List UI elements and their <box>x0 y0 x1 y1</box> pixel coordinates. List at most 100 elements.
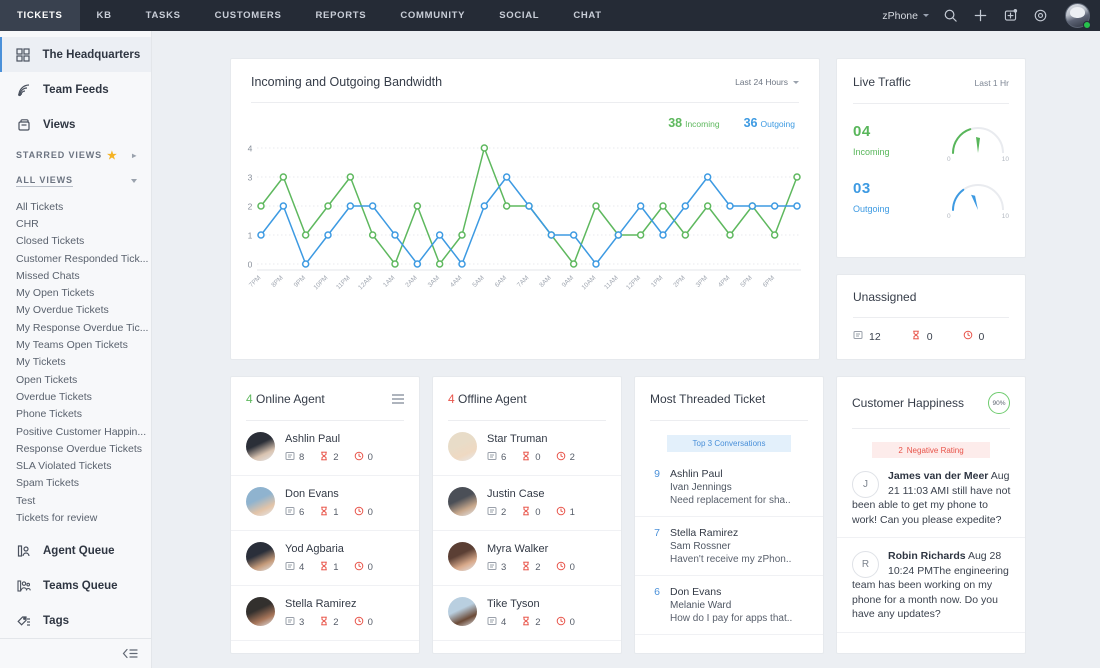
offline-agents-title: Offline Agent <box>458 392 527 406</box>
sidebar-view-item[interactable]: My Teams Open Tickets <box>0 336 151 353</box>
sidebar-view-item[interactable]: CHR <box>0 215 151 232</box>
sidebar-item-tags[interactable]: Tags <box>0 604 151 639</box>
agent-row[interactable]: Myra Walker320 <box>433 531 621 586</box>
svg-text:6PM: 6PM <box>762 274 776 288</box>
agent-stat-clock: 2 <box>556 451 575 464</box>
gauge-incoming: 04Incoming010 <box>837 104 1025 161</box>
clock-icon <box>354 616 364 629</box>
sidebar-view-item[interactable]: My Overdue Tickets <box>0 302 151 319</box>
svg-text:6AM: 6AM <box>494 274 508 288</box>
legend-value: 38 <box>668 116 682 130</box>
agent-info: Star Truman602 <box>487 432 575 464</box>
department-selector[interactable]: zPhone <box>882 10 929 22</box>
avatar[interactable] <box>1065 3 1090 28</box>
svg-text:3: 3 <box>248 173 253 183</box>
agent-row[interactable]: Yod Agbaria410 <box>231 531 419 586</box>
offline-agents-heading: 4 Offline Agent <box>448 392 527 406</box>
agent-stat-clock: 1 <box>556 506 575 519</box>
gauge-label: Outgoing <box>853 204 890 214</box>
gauge-value: 04 <box>853 123 890 140</box>
svg-text:12PM: 12PM <box>625 274 642 291</box>
agent-stats: 320 <box>285 616 373 629</box>
agent-stat-value: 1 <box>333 507 338 518</box>
tab-social[interactable]: SOCIAL <box>482 0 556 31</box>
sidebar-view-item[interactable]: All Tickets <box>0 198 151 215</box>
all-views-section[interactable]: ALL VIEWS <box>0 168 151 194</box>
unassigned-stat: 12 <box>853 330 881 343</box>
tab-community[interactable]: COMMUNITY <box>383 0 482 31</box>
svg-text:8AM: 8AM <box>538 274 552 288</box>
sidebar-view-item[interactable]: Positive Customer Happin... <box>0 423 151 440</box>
agent-stat-value: 3 <box>501 562 506 573</box>
chevron-down-icon <box>793 81 799 84</box>
agent-stat-value: 0 <box>535 452 540 463</box>
collapse-sidebar-button[interactable] <box>0 638 152 668</box>
sidebar-view-item[interactable]: Test <box>0 492 151 509</box>
sidebar-view-item[interactable]: Missed Chats <box>0 267 151 284</box>
live-traffic-period[interactable]: Last 1 Hr <box>975 78 1010 88</box>
agent-row[interactable]: Don Evans610 <box>231 476 419 531</box>
sidebar-view-item[interactable]: SLA Violated Tickets <box>0 457 151 474</box>
tab-kb[interactable]: KB <box>80 0 129 31</box>
sidebar-view-item[interactable]: Closed Tickets <box>0 233 151 250</box>
notifications-icon[interactable] <box>1002 7 1019 24</box>
sidebar-item-label: Team Feeds <box>43 84 109 96</box>
tab-customers[interactable]: CUSTOMERS <box>198 0 299 31</box>
thread-row[interactable]: 7Stella RamirezSam RossnerHaven't receiv… <box>635 517 823 576</box>
sidebar-view-item[interactable]: Overdue Tickets <box>0 388 151 405</box>
sidebar-view-item[interactable]: Phone Tickets <box>0 406 151 423</box>
department-label: zPhone <box>882 10 918 22</box>
sidebar-view-item[interactable]: My Tickets <box>0 354 151 371</box>
sidebar-view-item[interactable]: Spam Tickets <box>0 475 151 492</box>
agent-stat-hourglass: 0 <box>521 506 540 519</box>
unassigned-stat-value: 0 <box>927 331 933 343</box>
tab-reports[interactable]: REPORTS <box>299 0 384 31</box>
dashboard-canvas: Incoming and Outgoing Bandwidth Last 24 … <box>152 31 1100 668</box>
period-selector[interactable]: Last 24 Hours <box>735 77 799 87</box>
agent-row[interactable]: Ashlin Paul820 <box>231 421 419 476</box>
starred-views-label: STARRED VIEWS <box>16 150 102 160</box>
gauge-value: 03 <box>853 180 890 197</box>
gauge-label: Incoming <box>853 147 890 157</box>
agent-row[interactable]: Star Truman602 <box>433 421 621 476</box>
sidebar-view-item[interactable]: Response Overdue Tickets <box>0 440 151 457</box>
agent-row[interactable]: Justin Case201 <box>433 476 621 531</box>
sidebar-view-item[interactable]: Customer Responded Tick... <box>0 250 151 267</box>
hamburger-icon[interactable] <box>392 394 404 403</box>
sidebar-item-teams-queue[interactable]: Teams Queue <box>0 569 151 604</box>
sidebar-item-views[interactable]: Views <box>0 107 151 142</box>
agent-stat-hourglass: 1 <box>319 506 338 519</box>
star-icon: ★ <box>107 149 118 162</box>
sidebar-view-item[interactable]: My Response Overdue Tic... <box>0 319 151 336</box>
live-traffic-card: Live Traffic Last 1 Hr 04Incoming01003Ou… <box>836 58 1026 258</box>
clock-icon <box>963 330 973 343</box>
sidebar-view-item[interactable]: My Open Tickets <box>0 284 151 301</box>
agent-row[interactable]: Stella Ramirez320 <box>231 586 419 641</box>
sidebar-item-agent-queue[interactable]: Agent Queue <box>0 534 151 569</box>
feedback-name: James van der Meer <box>888 470 988 482</box>
thread-row[interactable]: 9Ashlin PaulIvan JenningsNeed replacemen… <box>635 458 823 517</box>
agent-name: Ashlin Paul <box>285 433 373 445</box>
gauge-min-label: 0 <box>947 213 951 220</box>
legend-label: Outgoing <box>761 119 796 129</box>
starred-views-section[interactable]: STARRED VIEWS ★ ▸ <box>0 142 151 168</box>
tab-tickets[interactable]: TICKETS <box>0 0 80 31</box>
tab-tasks[interactable]: TASKS <box>129 0 198 31</box>
add-icon[interactable] <box>972 7 989 24</box>
sidebar-view-item[interactable]: Tickets for review <box>0 509 151 526</box>
agent-stat-value: 2 <box>535 562 540 573</box>
sidebar-view-item[interactable]: Open Tickets <box>0 371 151 388</box>
settings-icon[interactable] <box>1032 7 1049 24</box>
agent-row[interactable]: Tike Tyson420 <box>433 586 621 641</box>
feedback-row[interactable]: RRobin Richards Aug 28 10:24 PMThe engin… <box>837 538 1025 633</box>
sidebar-item-team-feeds[interactable]: Team Feeds <box>0 72 151 107</box>
tab-chat[interactable]: CHAT <box>556 0 618 31</box>
sidebar-item-the-headquarters[interactable]: The Headquarters <box>0 37 151 72</box>
agent-stat-value: 0 <box>535 507 540 518</box>
search-icon[interactable] <box>942 7 959 24</box>
feedback-row[interactable]: JJames van der Meer Aug 21 11:03 AMI sti… <box>837 458 1025 538</box>
thread-row[interactable]: 6Don EvansMelanie WardHow do I pay for a… <box>635 576 823 635</box>
unassigned-stat-value: 0 <box>979 331 985 343</box>
agent-stat-value: 2 <box>501 507 506 518</box>
happiness-score-ring: 90% <box>988 392 1010 414</box>
